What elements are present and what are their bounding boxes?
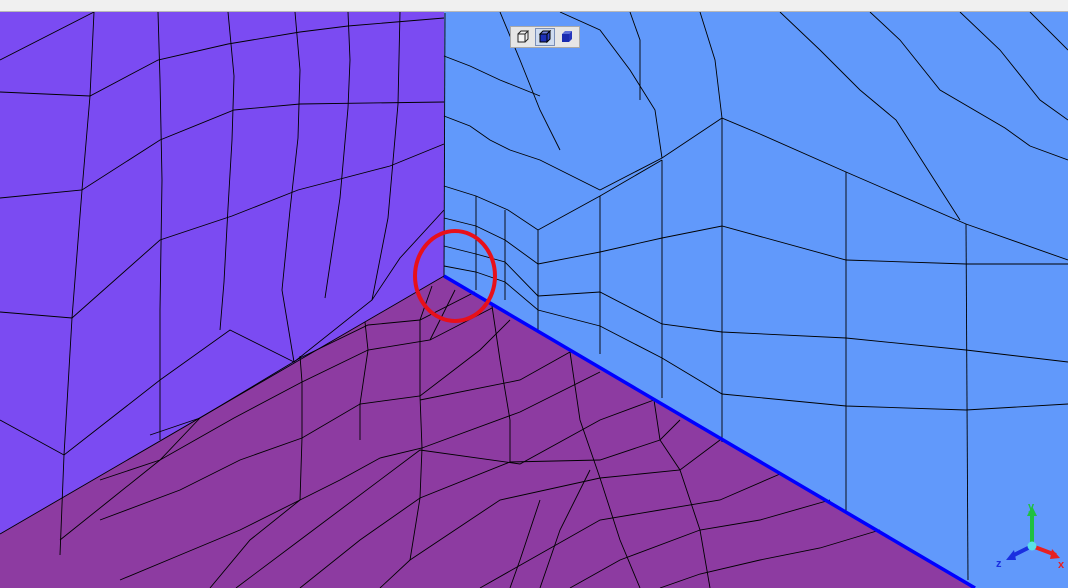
axis-z-label: z [996,558,1002,568]
axis-y-label: y [1028,502,1035,513]
shaded-cube-icon [562,31,572,42]
mesh-viewer-window: y x z [0,0,1068,588]
view-mode-toolbar [510,26,580,48]
axis-origin [1027,541,1037,551]
axis-z-arrow [1006,550,1016,560]
shaded-with-edges-view-button[interactable] [535,28,555,46]
shaded-edges-cube-icon [538,30,552,44]
axis-x-label: x [1058,559,1065,568]
axis-triad: y x z [996,502,1065,568]
axis-x-arrow [1050,549,1060,559]
window-top-edge [0,0,1068,12]
shaded-view-button[interactable] [557,28,577,46]
mesh-scene [0,12,1068,588]
3d-viewport[interactable]: y x z [0,12,1068,588]
wireframe-cube-icon [517,30,530,43]
wireframe-view-button[interactable] [513,28,533,46]
